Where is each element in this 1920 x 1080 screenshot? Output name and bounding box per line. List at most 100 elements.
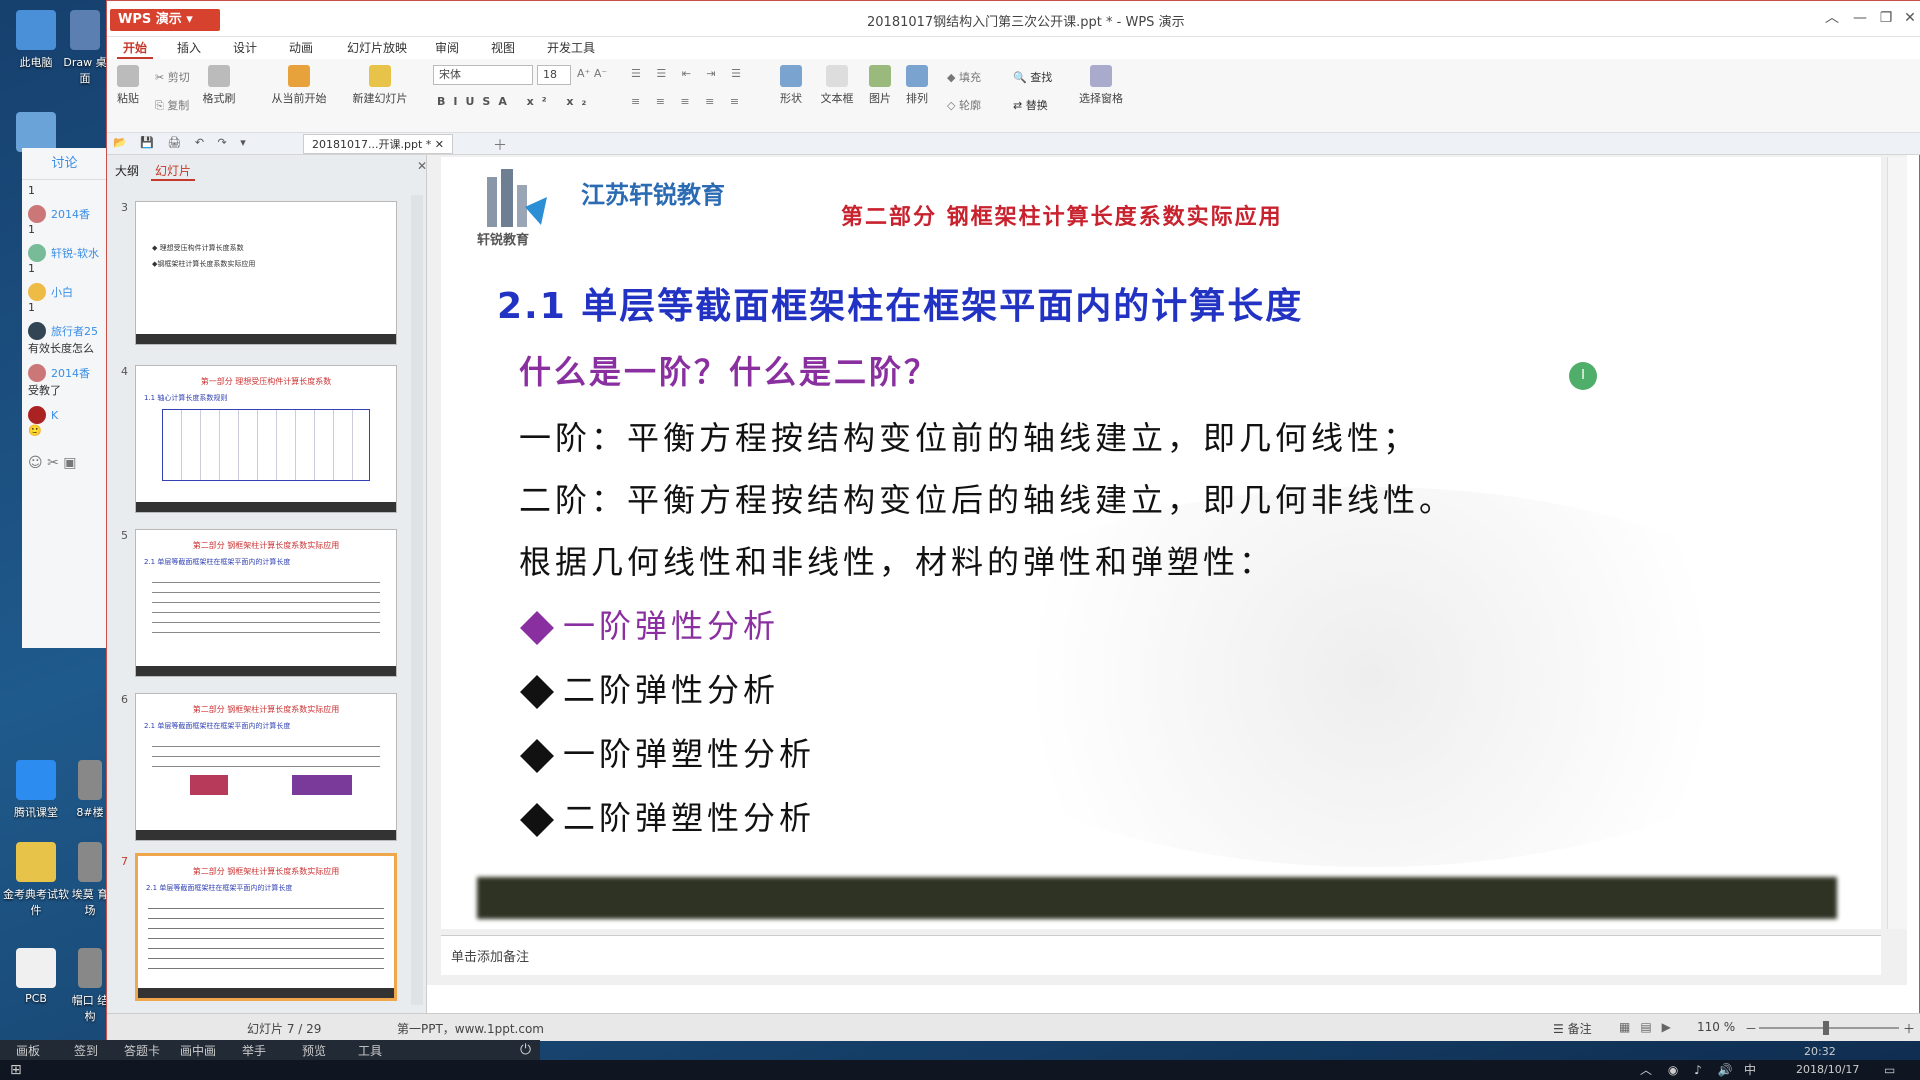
document-tab[interactable]: 20181017...开课.ppt * ✕ (303, 134, 453, 154)
slide-thumbnail[interactable]: 第一部分 理想受压构件计算长度系数 1.1 轴心计算长度系数规则 (135, 365, 397, 513)
pane-scrollbar[interactable] (411, 195, 423, 1005)
quick-access-bar: 📂 💾 🖨 ↶ ↷ ▾ 20181017...开课.ppt * ✕ ＋ (107, 133, 1920, 155)
emoji-icon[interactable]: ☺ (28, 455, 43, 471)
slide-vertical-scrollbar[interactable] (1887, 157, 1907, 929)
minimize-button[interactable]: — (1847, 7, 1873, 29)
zoom-in-icon[interactable]: ＋ (1903, 1020, 1915, 1037)
fill-button[interactable]: ◆ 填充 (947, 69, 981, 85)
font-size-select[interactable]: 18 (537, 65, 571, 85)
play-icon (288, 65, 310, 87)
zoom-slider[interactable] (1759, 1027, 1899, 1029)
tool-drawing-board[interactable]: 画板 (16, 1042, 40, 1059)
avatar (28, 205, 46, 223)
zoom-slider-handle[interactable] (1823, 1021, 1829, 1035)
desktop-icon-draw[interactable]: Draw 桌面 (60, 10, 110, 86)
restore-button[interactable]: ❐ (1873, 7, 1899, 29)
tool-raise-hand[interactable]: 举手 (242, 1042, 266, 1059)
menu-review[interactable]: 审阅 (429, 37, 465, 59)
tab-outline[interactable]: 大纲 (111, 161, 143, 181)
find-button[interactable]: 🔍 查找 (1013, 69, 1052, 85)
desktop-icon-jinkaodian[interactable]: 金考典考试软件 (0, 842, 72, 918)
slide-canvas[interactable]: 轩锐教育 江苏轩锐教育 第二部分 钢框架柱计算长度系数实际应用 2.1 单层等截… (441, 157, 1881, 929)
textbox-button[interactable]: 文本框 (815, 65, 859, 106)
desktop-icon-pcb[interactable]: PCB (0, 948, 72, 1005)
tray-icons[interactable]: ︿ ◉ ♪ 🔊 (1640, 1060, 1739, 1080)
slide-thumbnail[interactable]: 第二部分 钢框架柱计算长度系数实际应用 2.1 单层等截面框架柱在框架平面内的计… (135, 693, 397, 841)
notification-icon[interactable]: ▭ (1884, 1060, 1895, 1080)
section-title: 第二部分 钢框架柱计算长度系数实际应用 (841, 205, 1283, 230)
wps-window: WPS 演示 ▾ 20181017钢结构入门第三次公开课.ppt * - WPS… (106, 0, 1920, 1041)
menu-animation[interactable]: 动画 (283, 37, 319, 59)
tab-slides[interactable]: 幻灯片 (151, 161, 196, 181)
ime-indicator[interactable]: 中 (1744, 1060, 1756, 1080)
replace-button[interactable]: ⇄ 替换 (1013, 97, 1048, 113)
close-tab-icon[interactable]: ✕ (435, 138, 444, 151)
tool-pip[interactable]: 画中画 (180, 1042, 216, 1059)
view-mode-buttons[interactable]: ▦▤▶ (1619, 1020, 1681, 1034)
desktop-icon-8-building[interactable]: 8#楼 (70, 760, 110, 820)
menu-slideshow[interactable]: 幻灯片放映 (341, 37, 413, 59)
close-pane-icon[interactable]: ✕ (417, 159, 427, 173)
new-tab-icon[interactable]: ＋ (493, 135, 507, 155)
copy-button[interactable]: ⎘ 复制 (155, 97, 189, 113)
slide-thumbnail[interactable]: 第二部分 钢框架柱计算长度系数实际应用 2.1 单层等截面框架柱在框架平面内的计… (135, 529, 397, 677)
slide-thumbnail[interactable]: ◆ 理想受压构件计算长度系数 ◆钢框架柱计算长度系数实际应用 (135, 201, 397, 345)
scissors-icon[interactable]: ✂ (47, 455, 59, 471)
cut-button[interactable]: ✂ 剪切 (155, 69, 190, 85)
tool-answer-card[interactable]: 答题卡 (124, 1042, 160, 1059)
slide-counter: 幻灯片 7 / 29 (247, 1022, 322, 1036)
slide-thumbnail-selected[interactable]: 第二部分 钢框架柱计算长度系数实际应用 2.1 单层等截面框架柱在框架平面内的计… (135, 853, 397, 1001)
close-button[interactable]: ✕ (1897, 7, 1920, 29)
power-icon[interactable]: ⏻ (520, 1042, 531, 1058)
menu-design[interactable]: 设计 (227, 37, 263, 59)
notes-area[interactable]: 单击添加备注 (441, 935, 1881, 975)
start-windows-icon[interactable]: ⊞ (10, 1060, 22, 1080)
theme-name: 第一PPT，www.1ppt.com (397, 1022, 544, 1036)
file-icon (70, 10, 100, 50)
ribbon: 粘贴 ✂ 剪切 ⎘ 复制 格式刷 从当前开始 新建幻灯片 宋体 18 A⁺ A⁻… (107, 59, 1920, 133)
clock-date[interactable]: 2018/10/17 (1796, 1060, 1859, 1080)
shape-button[interactable]: 形状 (773, 65, 809, 106)
increase-font-icon[interactable]: A⁺ A⁻ (577, 67, 607, 80)
slide-edit-area: 轩锐教育 江苏轩锐教育 第二部分 钢框架柱计算长度系数实际应用 2.1 单层等截… (427, 155, 1907, 985)
align-buttons[interactable]: ≡ ≡ ≡ ≡ ≡ (631, 95, 745, 108)
tool-tools[interactable]: 工具 (358, 1042, 382, 1059)
desktop-icon-aimo[interactable]: 埃莫 育场 (70, 842, 110, 918)
font-name-select[interactable]: 宋体 (433, 65, 533, 85)
collapse-ribbon-icon[interactable]: ︿ (1819, 7, 1845, 29)
zoom-out-icon[interactable]: － (1745, 1020, 1757, 1037)
slide-footer-band-blurred (477, 877, 1837, 919)
picture-button[interactable]: 图片 (865, 65, 895, 106)
quick-access-icons[interactable]: 📂 💾 🖨 ↶ ↷ ▾ (113, 136, 251, 149)
menu-view[interactable]: 视图 (485, 37, 521, 59)
menu-insert[interactable]: 插入 (171, 37, 207, 59)
zoom-level: 110 % (1697, 1020, 1736, 1034)
image-icon[interactable]: ▣ (63, 455, 76, 471)
play-from-current-button[interactable]: 从当前开始 (265, 65, 333, 106)
menu-home[interactable]: 开始 (117, 37, 154, 59)
paste-button[interactable]: 粘贴 (113, 65, 143, 106)
avatar (28, 283, 46, 301)
outline-button[interactable]: ◇ 轮廓 (947, 97, 981, 113)
selection-pane-button[interactable]: 选择窗格 (1073, 65, 1129, 106)
recycle-bin-icon[interactable] (16, 112, 56, 152)
question-text: 什么是一阶？什么是二阶？ (519, 353, 940, 391)
tool-preview[interactable]: 预览 (302, 1042, 326, 1059)
new-slide-button[interactable]: 新建幻灯片 (345, 65, 415, 106)
arrange-button[interactable]: 排列 (897, 65, 937, 106)
notes-toggle-button[interactable]: ☰ 备注 (1553, 1020, 1592, 1037)
font-style-buttons[interactable]: BIUSA x² x₂ (437, 95, 594, 108)
clock-time[interactable]: 20:32 (1804, 1042, 1836, 1062)
wps-app-menu-button[interactable]: WPS 演示 ▾ (110, 9, 220, 31)
arrange-icon (906, 65, 928, 87)
menu-developer[interactable]: 开发工具 (541, 37, 601, 59)
chat-tab-discussion[interactable]: 讨论 (22, 148, 107, 180)
list-buttons[interactable]: ☰ ☰ ⇤ ⇥ ☰ (631, 67, 747, 80)
desktop-icon-maokou[interactable]: 帽口 结构 (70, 948, 110, 1024)
diamond-bullet-icon (520, 675, 554, 709)
bullet-item: 二阶弹塑性分析 (519, 793, 815, 839)
chat-message: 小白 1 (22, 279, 107, 318)
desktop-icon-tencent-class[interactable]: 腾讯课堂 (0, 760, 72, 820)
format-painter-button[interactable]: 格式刷 (199, 65, 239, 106)
tool-sign-in[interactable]: 签到 (74, 1042, 98, 1059)
